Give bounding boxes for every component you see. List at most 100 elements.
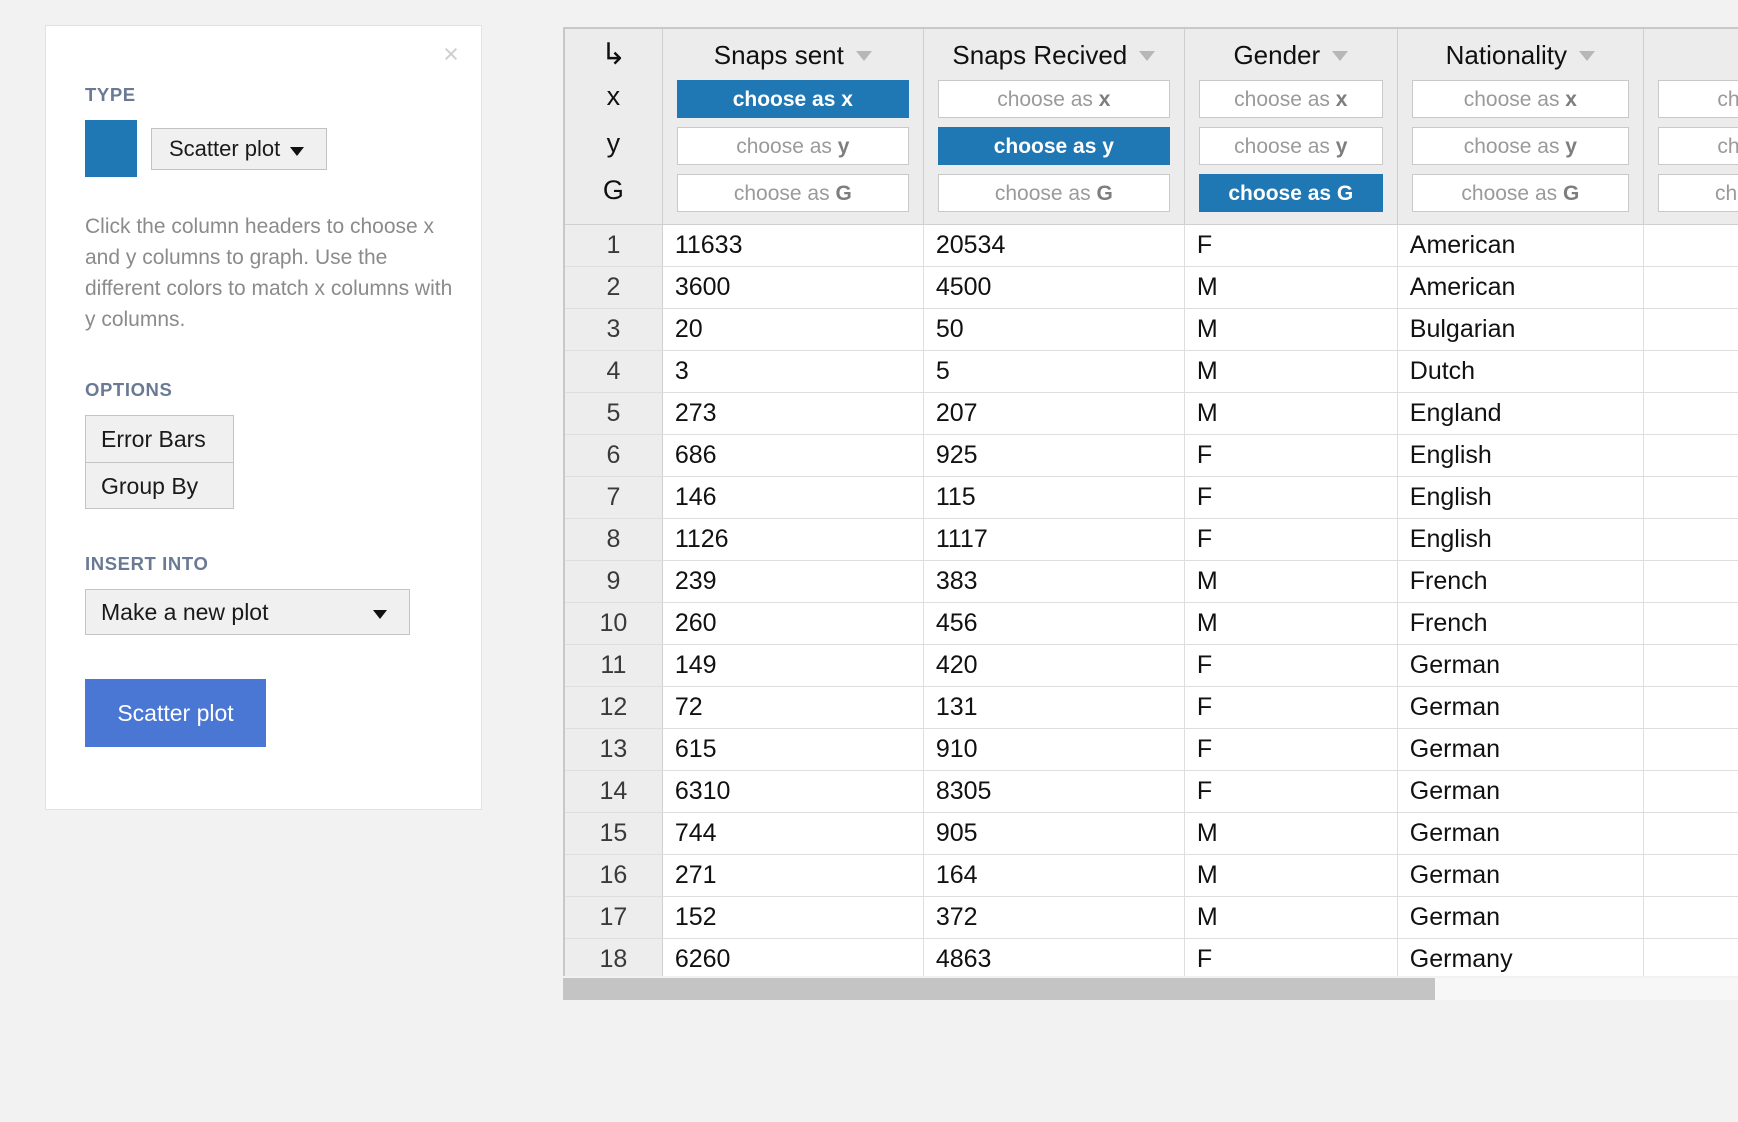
cell-snaps-sent[interactable]: 271 xyxy=(662,855,923,897)
cell-snaps-recived[interactable]: 372 xyxy=(923,897,1184,939)
cell-gender[interactable]: M xyxy=(1184,855,1397,897)
cell-snaps-recived[interactable]: 20534 xyxy=(923,225,1184,267)
cell-nationality[interactable]: German xyxy=(1397,687,1643,729)
cell-snaps-sent[interactable]: 273 xyxy=(662,393,923,435)
row-number-cell[interactable]: 3 xyxy=(565,309,662,351)
cell-gender[interactable]: F xyxy=(1184,435,1397,477)
cell-snaps-recived[interactable]: 115 xyxy=(923,477,1184,519)
cell-next-clipped[interactable] xyxy=(1643,393,1738,435)
cell-nationality[interactable]: German xyxy=(1397,813,1643,855)
cell-snaps-sent[interactable]: 686 xyxy=(662,435,923,477)
table-row[interactable]: 15744905MGerman xyxy=(565,813,1738,855)
cell-snaps-recived[interactable]: 905 xyxy=(923,813,1184,855)
cell-nationality[interactable]: Germany xyxy=(1397,939,1643,977)
cell-nationality[interactable]: American xyxy=(1397,267,1643,309)
table-row[interactable]: 17152372MGerman xyxy=(565,897,1738,939)
cell-gender[interactable]: F xyxy=(1184,729,1397,771)
cell-next-clipped[interactable] xyxy=(1643,309,1738,351)
cell-snaps-sent[interactable]: 20 xyxy=(662,309,923,351)
cell-gender[interactable]: M xyxy=(1184,393,1397,435)
row-number-cell[interactable]: 17 xyxy=(565,897,662,939)
cell-snaps-recived[interactable]: 5 xyxy=(923,351,1184,393)
cell-next-clipped[interactable] xyxy=(1643,561,1738,603)
cell-snaps-recived[interactable]: 4500 xyxy=(923,267,1184,309)
cell-snaps-recived[interactable]: 50 xyxy=(923,309,1184,351)
cell-gender[interactable]: M xyxy=(1184,813,1397,855)
table-row[interactable]: 1862604863FGermany xyxy=(565,939,1738,977)
row-number-cell[interactable]: 7 xyxy=(565,477,662,519)
cell-snaps-recived[interactable]: 4863 xyxy=(923,939,1184,977)
cell-snaps-sent[interactable]: 152 xyxy=(662,897,923,939)
cell-next-clipped[interactable] xyxy=(1643,225,1738,267)
cell-snaps-recived[interactable]: 420 xyxy=(923,645,1184,687)
cell-nationality[interactable]: French xyxy=(1397,561,1643,603)
table-row[interactable]: 435MDutch xyxy=(565,351,1738,393)
cell-gender[interactable]: F xyxy=(1184,939,1397,977)
table-row[interactable]: 7146115FEnglish xyxy=(565,477,1738,519)
cell-snaps-sent[interactable]: 6310 xyxy=(662,771,923,813)
row-number-cell[interactable]: 5 xyxy=(565,393,662,435)
cell-nationality[interactable]: English xyxy=(1397,435,1643,477)
close-icon[interactable]: × xyxy=(437,40,465,68)
cell-nationality[interactable]: American xyxy=(1397,225,1643,267)
chevron-down-icon[interactable] xyxy=(1579,51,1595,61)
cell-snaps-sent[interactable]: 744 xyxy=(662,813,923,855)
cell-gender[interactable]: M xyxy=(1184,267,1397,309)
cell-gender[interactable]: F xyxy=(1184,225,1397,267)
cell-snaps-recived[interactable]: 383 xyxy=(923,561,1184,603)
cell-nationality[interactable]: Dutch xyxy=(1397,351,1643,393)
cell-next-clipped[interactable] xyxy=(1643,729,1738,771)
group-by-button[interactable]: Group By xyxy=(86,462,233,508)
cell-snaps-sent[interactable]: 1126 xyxy=(662,519,923,561)
cell-nationality[interactable]: German xyxy=(1397,855,1643,897)
cell-snaps-recived[interactable]: 925 xyxy=(923,435,1184,477)
table-row[interactable]: 32050MBulgarian xyxy=(565,309,1738,351)
table-row[interactable]: 1463108305FGerman xyxy=(565,771,1738,813)
cell-gender[interactable]: M xyxy=(1184,897,1397,939)
cell-nationality[interactable]: English xyxy=(1397,519,1643,561)
cell-nationality[interactable]: England xyxy=(1397,393,1643,435)
row-number-cell[interactable]: 14 xyxy=(565,771,662,813)
table-row[interactable]: 10260456MFrench xyxy=(565,603,1738,645)
cell-snaps-sent[interactable]: 6260 xyxy=(662,939,923,977)
cell-nationality[interactable]: French xyxy=(1397,603,1643,645)
row-number-cell[interactable]: 15 xyxy=(565,813,662,855)
table-row[interactable]: 13615910FGerman xyxy=(565,729,1738,771)
chevron-down-icon[interactable] xyxy=(1332,51,1348,61)
choose-as-g-button[interactable]: choose as G xyxy=(1658,174,1738,212)
cell-snaps-recived[interactable]: 164 xyxy=(923,855,1184,897)
plot-type-select[interactable]: Scatter plot xyxy=(151,128,327,170)
series-color-swatch[interactable] xyxy=(85,120,137,177)
row-number-cell[interactable]: 1 xyxy=(565,225,662,267)
cell-next-clipped[interactable] xyxy=(1643,603,1738,645)
cell-snaps-recived[interactable]: 131 xyxy=(923,687,1184,729)
choose-as-x-button[interactable]: choose as x xyxy=(1199,80,1383,118)
cell-snaps-recived[interactable]: 1117 xyxy=(923,519,1184,561)
choose-as-y-button[interactable]: choose as y xyxy=(938,127,1170,165)
cell-snaps-sent[interactable]: 3600 xyxy=(662,267,923,309)
row-number-cell[interactable]: 6 xyxy=(565,435,662,477)
table-row[interactable]: 236004500MAmerican xyxy=(565,267,1738,309)
scatter-plot-submit-button[interactable]: Scatter plot xyxy=(85,679,266,747)
cell-gender[interactable]: F xyxy=(1184,477,1397,519)
row-number-cell[interactable]: 2 xyxy=(565,267,662,309)
table-row[interactable]: 5273207MEngland xyxy=(565,393,1738,435)
row-number-cell[interactable]: 8 xyxy=(565,519,662,561)
table-row[interactable]: 9239383MFrench xyxy=(565,561,1738,603)
cell-gender[interactable]: M xyxy=(1184,309,1397,351)
choose-as-x-button[interactable]: choose as x xyxy=(1658,80,1738,118)
row-number-cell[interactable]: 4 xyxy=(565,351,662,393)
cell-next-clipped[interactable] xyxy=(1643,477,1738,519)
cell-next-clipped[interactable] xyxy=(1643,771,1738,813)
cell-snaps-recived[interactable]: 910 xyxy=(923,729,1184,771)
row-number-cell[interactable]: 10 xyxy=(565,603,662,645)
table-row[interactable]: 811261117FEnglish xyxy=(565,519,1738,561)
cell-gender[interactable]: F xyxy=(1184,687,1397,729)
cell-next-clipped[interactable] xyxy=(1643,855,1738,897)
row-number-cell[interactable]: 9 xyxy=(565,561,662,603)
row-number-cell[interactable]: 11 xyxy=(565,645,662,687)
row-number-cell[interactable]: 12 xyxy=(565,687,662,729)
cell-gender[interactable]: M xyxy=(1184,561,1397,603)
choose-as-x-button[interactable]: choose as x xyxy=(677,80,909,118)
table-row[interactable]: 16271164MGerman xyxy=(565,855,1738,897)
